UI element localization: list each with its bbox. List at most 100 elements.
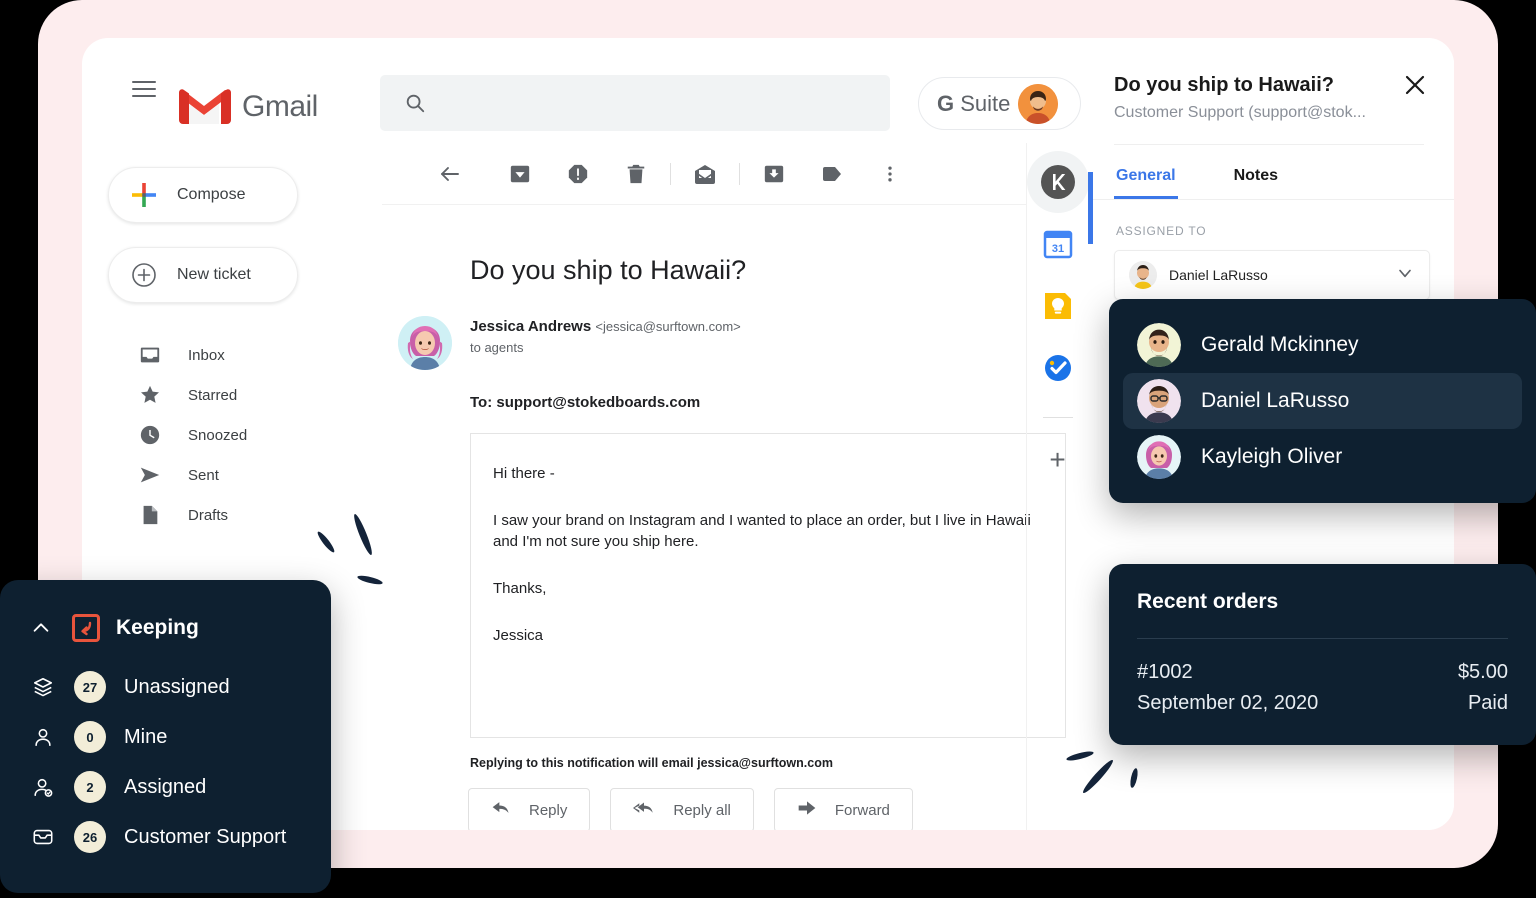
toolbar-divider xyxy=(739,162,740,185)
svg-text:31: 31 xyxy=(1051,243,1063,255)
star-icon xyxy=(138,384,162,406)
inbox-tray-icon xyxy=(30,826,56,848)
snooze-icon[interactable] xyxy=(750,150,798,198)
email-body-line: Hi there - xyxy=(493,465,555,482)
keeping-item-label: Mine xyxy=(124,725,168,748)
report-spam-icon[interactable] xyxy=(554,150,602,198)
compose-button[interactable]: Compose xyxy=(108,167,298,223)
reply-notification-note: Replying to this notification will email… xyxy=(470,756,833,770)
chevron-up-icon[interactable] xyxy=(30,617,52,639)
email-subject: Do you ship to Hawaii? xyxy=(470,255,747,285)
email-body-line: I saw your brand on Instagram and I want… xyxy=(493,512,1031,550)
new-ticket-label: New ticket xyxy=(177,266,251,283)
keeping-logo-icon xyxy=(72,614,100,642)
mark-unread-icon[interactable] xyxy=(681,150,729,198)
close-icon[interactable] xyxy=(1400,70,1430,100)
ticket-subtitle: Customer Support (support@stok... xyxy=(1114,104,1366,121)
reply-icon xyxy=(491,798,511,823)
keeping-brand-name: Keeping xyxy=(116,616,199,639)
keeping-item-customer-support[interactable]: 26 Customer Support xyxy=(0,812,331,862)
assigned-to-select[interactable]: Daniel LaRusso xyxy=(1114,250,1430,300)
keeping-item-label: Customer Support xyxy=(124,825,287,848)
keeping-count-badge: 2 xyxy=(74,771,106,803)
tab-notes[interactable]: Notes xyxy=(1232,145,1280,199)
delete-icon[interactable] xyxy=(612,150,660,198)
keeping-count-badge: 0 xyxy=(74,721,106,753)
sidebar-item-inbox[interactable]: Inbox xyxy=(82,335,382,375)
tabs-underline xyxy=(1088,199,1454,200)
google-calendar-icon[interactable]: 31 xyxy=(1041,227,1075,261)
person-icon xyxy=(30,726,56,748)
label-icon[interactable] xyxy=(808,150,856,198)
email-recipient: To: support@stokedboards.com xyxy=(470,394,701,411)
send-icon xyxy=(138,464,162,486)
assigned-to-label: ASSIGNED TO xyxy=(1116,224,1207,238)
archive-icon[interactable] xyxy=(496,150,544,198)
forward-button[interactable]: Forward xyxy=(773,788,913,830)
email-content: Do you ship to Hawaii? Jessica Andrews <… xyxy=(382,205,1066,830)
plus-circle-icon xyxy=(131,262,157,288)
chevron-down-icon[interactable] xyxy=(1395,263,1415,288)
order-status: Paid xyxy=(1467,692,1508,714)
forward-label: Forward xyxy=(834,801,890,819)
sidebar-item-snoozed[interactable]: Snoozed xyxy=(82,415,382,455)
add-addon-button[interactable]: + xyxy=(1049,446,1065,474)
agent-option-label: Gerald Mckinney xyxy=(1201,333,1359,356)
compose-label: Compose xyxy=(177,186,246,203)
person-check-icon xyxy=(30,776,56,798)
google-keep-icon[interactable] xyxy=(1041,289,1075,323)
user-avatar[interactable] xyxy=(1018,83,1059,124)
keeping-item-mine[interactable]: 0 Mine xyxy=(0,712,331,762)
sidebar-item-label: Snoozed xyxy=(188,426,248,444)
agent-avatar xyxy=(1137,379,1181,423)
gmail-sidebar: Compose New ticket Inbox Starred Snoozed… xyxy=(82,143,382,535)
google-tasks-icon[interactable] xyxy=(1041,351,1075,385)
keeping-item-assigned[interactable]: 2 Assigned xyxy=(0,762,331,812)
reply-all-icon xyxy=(633,798,655,823)
keeping-addon-icon[interactable] xyxy=(1026,151,1089,213)
toolbar-divider xyxy=(670,162,671,185)
agent-option-kayleigh-oliver[interactable]: Kayleigh Oliver xyxy=(1123,429,1522,485)
gsuite-g-letter: G xyxy=(937,90,955,116)
agent-option-daniel-larusso[interactable]: Daniel LaRusso xyxy=(1123,373,1522,429)
agent-avatar xyxy=(1137,323,1181,367)
reply-button[interactable]: Reply xyxy=(468,788,591,830)
keeping-nav-list: 27 Unassigned 0 Mine 2 Assigned 26 Custo… xyxy=(0,662,331,862)
clock-icon xyxy=(138,424,162,446)
hamburger-icon[interactable] xyxy=(132,81,156,99)
sidebar-nav-list: Inbox Starred Snoozed Sent Drafts xyxy=(82,335,382,535)
order-row[interactable]: #1002 $5.00 September 02, 2020 Paid xyxy=(1137,661,1508,715)
gmail-logo-icon xyxy=(177,86,231,126)
more-options-icon[interactable] xyxy=(866,150,914,198)
tab-general[interactable]: General xyxy=(1114,145,1178,199)
sidebar-item-sent[interactable]: Sent xyxy=(82,455,382,495)
avatar xyxy=(398,316,452,370)
recent-orders-card: Recent orders #1002 $5.00 September 02, … xyxy=(1109,564,1536,745)
back-icon[interactable] xyxy=(426,150,474,198)
keeping-panel: Keeping 27 Unassigned 0 Mine 2 Assigned … xyxy=(0,580,331,893)
new-ticket-button[interactable]: New ticket xyxy=(108,247,298,303)
search-bar[interactable] xyxy=(380,75,890,131)
sender-name: Jessica Andrews <jessica@surftown.com> xyxy=(470,318,741,335)
ticket-panel-header: Do you ship to Hawaii? Customer Support … xyxy=(1088,38,1454,145)
sidebar-item-drafts[interactable]: Drafts xyxy=(82,495,382,535)
sidebar-item-label: Drafts xyxy=(188,506,229,524)
keeping-item-unassigned[interactable]: 27 Unassigned xyxy=(0,662,331,712)
gsuite-account-pill[interactable]: G Suite xyxy=(918,77,1081,130)
agent-avatar xyxy=(1137,435,1181,479)
sidebar-item-starred[interactable]: Starred xyxy=(82,375,382,415)
ticket-title: Do you ship to Hawaii? xyxy=(1114,74,1335,96)
order-date: September 02, 2020 xyxy=(1137,692,1319,714)
reply-all-button[interactable]: Reply all xyxy=(610,788,754,830)
agent-option-gerald-mckinney[interactable]: Gerald Mckinney xyxy=(1123,317,1522,373)
keeping-count-badge: 27 xyxy=(74,671,106,703)
keeping-header: Keeping xyxy=(0,614,331,642)
recent-orders-title: Recent orders xyxy=(1137,590,1279,613)
email-toolbar xyxy=(382,143,1026,205)
keeping-item-label: Unassigned xyxy=(124,675,230,698)
search-input[interactable] xyxy=(440,94,874,112)
recent-orders-divider xyxy=(1137,638,1508,639)
gsuite-label: G Suite xyxy=(937,91,1010,117)
sidebar-item-label: Inbox xyxy=(188,346,225,364)
email-action-row: Reply Reply all Forward xyxy=(468,788,1026,830)
